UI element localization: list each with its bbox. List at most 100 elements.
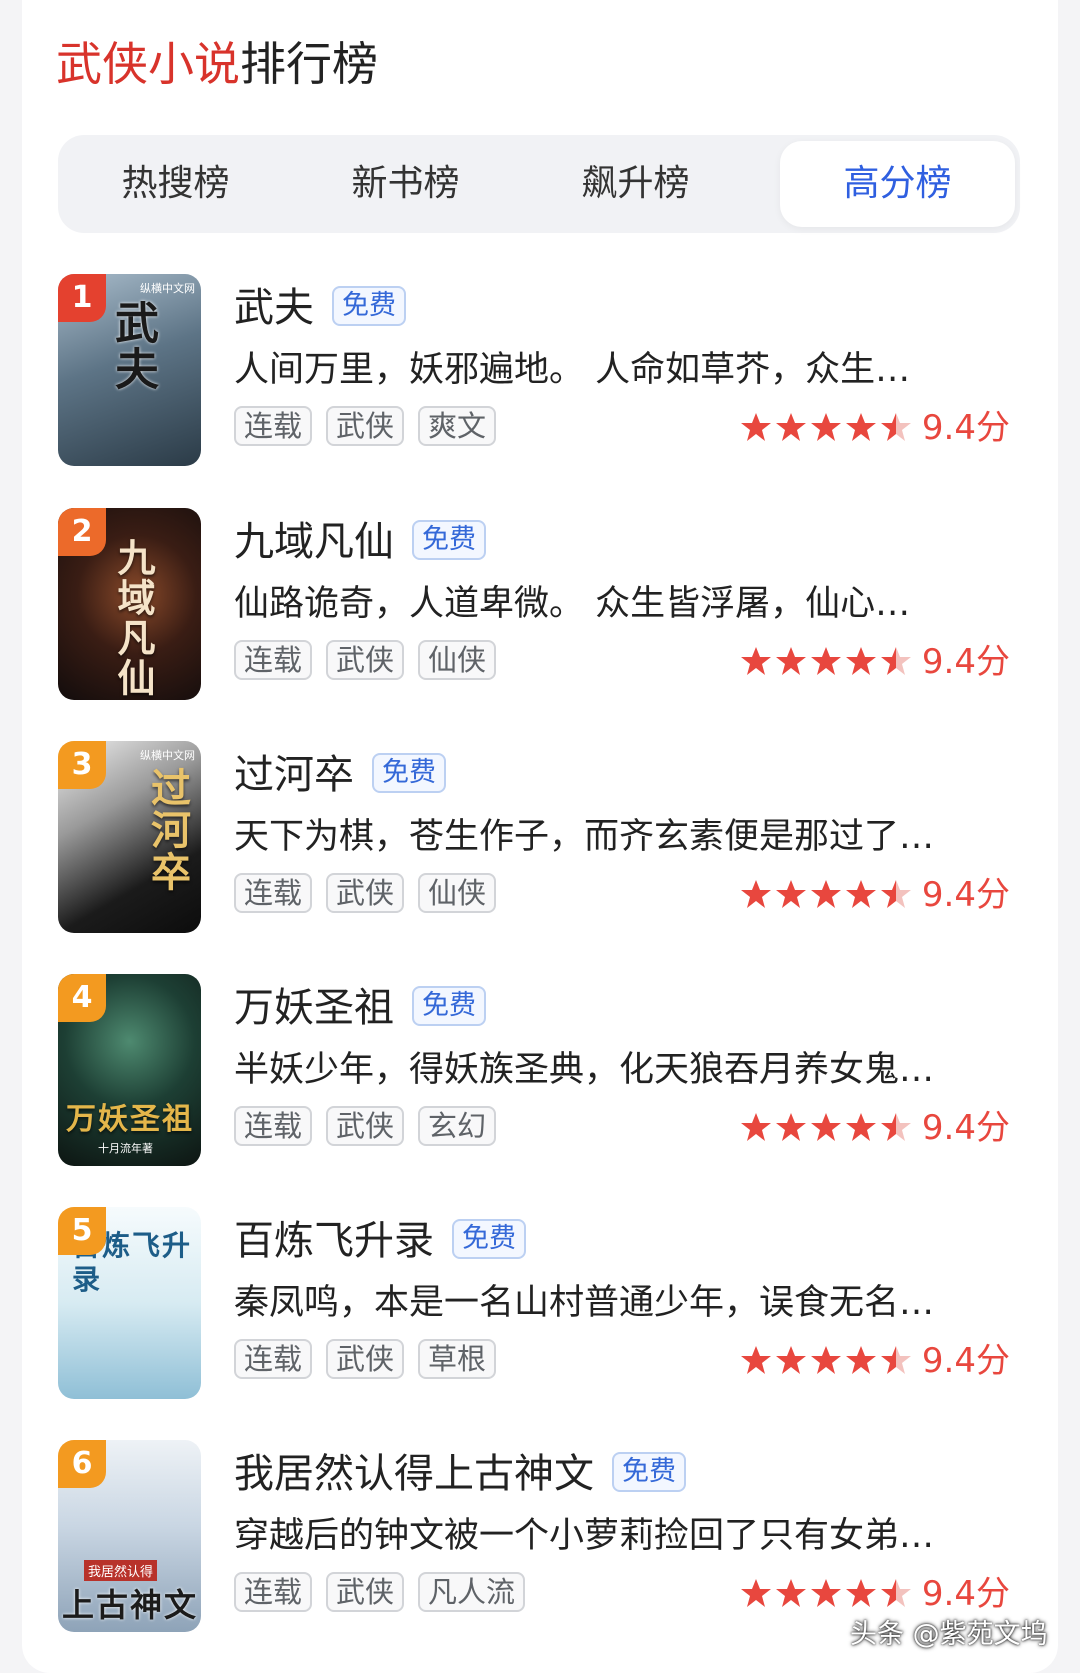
rating: 9.4分 xyxy=(740,640,1010,684)
cover-publisher: 纵横中文网 xyxy=(140,282,195,295)
ranking-tabs: 热搜榜 新书榜 飙升榜 高分榜 xyxy=(58,135,1020,233)
score: 9.4分 xyxy=(921,1108,1010,1148)
tag-list: 连载 武侠 玄幻 xyxy=(234,1106,510,1150)
book-title: 武夫 免费 xyxy=(234,282,406,334)
score: 9.4分 xyxy=(921,642,1010,682)
star-rating-icon xyxy=(740,647,911,675)
book-item[interactable]: 纵横中文网 过河卒 3 过河卒 免费 天下为棋，苍生作子，而齐玄素便是那过了… 连… xyxy=(58,741,1024,933)
tag-style[interactable]: 仙侠 xyxy=(418,640,497,680)
book-title-text[interactable]: 我居然认得上古神文 xyxy=(234,1451,594,1497)
star-rating-icon xyxy=(740,1579,911,1607)
tab-top-rated[interactable]: 高分榜 xyxy=(780,141,1015,227)
free-badge: 免费 xyxy=(372,753,446,793)
tag-genre[interactable]: 武侠 xyxy=(326,1339,405,1379)
cover-title: 上古神文 xyxy=(62,1586,199,1624)
star-rating-icon xyxy=(740,880,911,908)
free-badge: 免费 xyxy=(452,1219,526,1259)
cover-publisher: 纵横中文网 xyxy=(140,749,195,762)
book-description: 穿越后的钟文被一个小萝莉捡回了只有女弟… xyxy=(234,1516,935,1556)
rating: 9.4分 xyxy=(740,1339,1010,1383)
book-cover[interactable]: 万妖圣祖 十月流年著 4 xyxy=(58,974,201,1166)
book-cover[interactable]: 纵横中文网 过河卒 3 xyxy=(58,741,201,933)
book-cover[interactable]: 九域凡仙 2 xyxy=(58,508,201,700)
score: 9.4分 xyxy=(921,1574,1010,1614)
book-item[interactable]: 百炼飞升录 5 百炼飞升录 免费 秦凤鸣，本是一名山村普通少年，误食无名… 连载武… xyxy=(58,1207,1024,1399)
rating: 9.4分 xyxy=(740,873,1010,917)
free-badge: 免费 xyxy=(612,1452,686,1492)
tag-status[interactable]: 连载 xyxy=(234,873,313,913)
book-item[interactable]: 我居然认得 上古神文 6 我居然认得上古神文 免费 穿越后的钟文被一个小萝莉捡回了… xyxy=(58,1440,1024,1632)
cover-title: 万妖圣祖 xyxy=(66,1102,194,1137)
tag-status[interactable]: 连载 xyxy=(234,1106,313,1146)
tag-genre[interactable]: 武侠 xyxy=(326,873,405,913)
book-title-text[interactable]: 过河卒 xyxy=(234,752,354,798)
star-rating-icon xyxy=(740,1113,911,1141)
score: 9.4分 xyxy=(921,1341,1010,1381)
book-description: 天下为棋，苍生作子，而齐玄素便是那过了… xyxy=(234,817,935,857)
tag-style[interactable]: 凡人流 xyxy=(418,1572,526,1612)
rank-badge: 3 xyxy=(58,741,106,789)
book-description: 半妖少年，得妖族圣典，化天狼吞月养女鬼… xyxy=(234,1050,935,1090)
book-description: 秦凤鸣，本是一名山村普通少年，误食无名… xyxy=(234,1283,935,1323)
page-title: 武侠小说排行榜 xyxy=(56,34,378,94)
rank-badge: 5 xyxy=(58,1207,106,1255)
tag-status[interactable]: 连载 xyxy=(234,640,313,680)
star-rating-icon xyxy=(740,413,911,441)
rating: 9.4分 xyxy=(740,406,1010,450)
book-title: 我居然认得上古神文 免费 xyxy=(234,1448,686,1500)
book-cover[interactable]: 我居然认得 上古神文 6 xyxy=(58,1440,201,1632)
tag-style[interactable]: 草根 xyxy=(418,1339,497,1379)
free-badge: 免费 xyxy=(412,520,486,560)
book-title-text[interactable]: 百炼飞升录 xyxy=(234,1218,434,1264)
tab-hot-search[interactable]: 热搜榜 xyxy=(58,135,293,233)
book-title-text[interactable]: 九域凡仙 xyxy=(234,519,394,565)
cover-subtitle: 我居然认得 xyxy=(84,1560,158,1581)
tag-genre[interactable]: 武侠 xyxy=(326,1572,405,1612)
tab-rising[interactable]: 飙升榜 xyxy=(518,135,753,233)
title-rest: 排行榜 xyxy=(240,37,378,91)
rank-badge: 2 xyxy=(58,508,106,556)
tag-list: 连载 武侠 草根 xyxy=(234,1339,510,1383)
cover-publisher: 十月流年著 xyxy=(98,1142,153,1155)
tag-list: 连载 武侠 仙侠 xyxy=(234,873,510,917)
cover-title: 九域凡仙 xyxy=(111,538,156,698)
cover-title: 武夫 xyxy=(107,300,158,392)
title-accent: 武侠小说 xyxy=(56,37,240,91)
book-cover[interactable]: 纵横中文网 武夫 1 xyxy=(58,274,201,466)
cover-title: 过河卒 xyxy=(144,767,191,893)
book-item[interactable]: 九域凡仙 2 九域凡仙 免费 仙路诡奇，人道卑微。 众生皆浮屠，仙心… 连载 武侠仙… xyxy=(58,508,1024,700)
rating: 9.4分 xyxy=(740,1572,1010,1616)
rank-badge: 4 xyxy=(58,974,106,1022)
tag-list: 连载 武侠 凡人流 xyxy=(234,1572,539,1616)
book-description: 仙路诡奇，人道卑微。 众生皆浮屠，仙心… xyxy=(234,584,911,624)
tag-list: 连载 武侠 爽文 xyxy=(234,406,510,450)
book-item[interactable]: 万妖圣祖 十月流年著 4 万妖圣祖 免费 半妖少年，得妖族圣典，化天狼吞月养女鬼…… xyxy=(58,974,1024,1166)
score: 9.4分 xyxy=(921,875,1010,915)
book-cover[interactable]: 百炼飞升录 5 xyxy=(58,1207,201,1399)
book-title-text[interactable]: 万妖圣祖 xyxy=(234,985,394,1031)
rating: 9.4分 xyxy=(740,1106,1010,1150)
tab-new-books[interactable]: 新书榜 xyxy=(288,135,523,233)
rank-badge: 6 xyxy=(58,1440,106,1488)
star-rating-icon xyxy=(740,1346,911,1374)
book-item[interactable]: 纵横中文网 武夫 1 武夫 免费 人间万里，妖邪遍地。 人命如草芥，众生… 连载武… xyxy=(58,274,1024,466)
free-badge: 免费 xyxy=(412,986,486,1026)
book-description: 人间万里，妖邪遍地。 人命如草芥，众生… xyxy=(234,350,911,390)
tag-style[interactable]: 爽文 xyxy=(418,406,497,446)
tag-status[interactable]: 连载 xyxy=(234,1339,313,1379)
tag-genre[interactable]: 武侠 xyxy=(326,1106,405,1146)
tag-list: 连载 武侠 仙侠 xyxy=(234,640,510,684)
book-title: 过河卒 免费 xyxy=(234,749,446,801)
free-badge: 免费 xyxy=(332,286,406,326)
book-title: 万妖圣祖 免费 xyxy=(234,982,486,1034)
tag-style[interactable]: 玄幻 xyxy=(418,1106,497,1146)
tag-status[interactable]: 连载 xyxy=(234,406,313,446)
rank-badge: 1 xyxy=(58,274,106,322)
tag-genre[interactable]: 武侠 xyxy=(326,406,405,446)
tag-status[interactable]: 连载 xyxy=(234,1572,313,1612)
book-title: 百炼飞升录 免费 xyxy=(234,1215,526,1267)
tag-style[interactable]: 仙侠 xyxy=(418,873,497,913)
book-title-text[interactable]: 武夫 xyxy=(234,285,314,331)
score: 9.4分 xyxy=(921,408,1010,448)
tag-genre[interactable]: 武侠 xyxy=(326,640,405,680)
